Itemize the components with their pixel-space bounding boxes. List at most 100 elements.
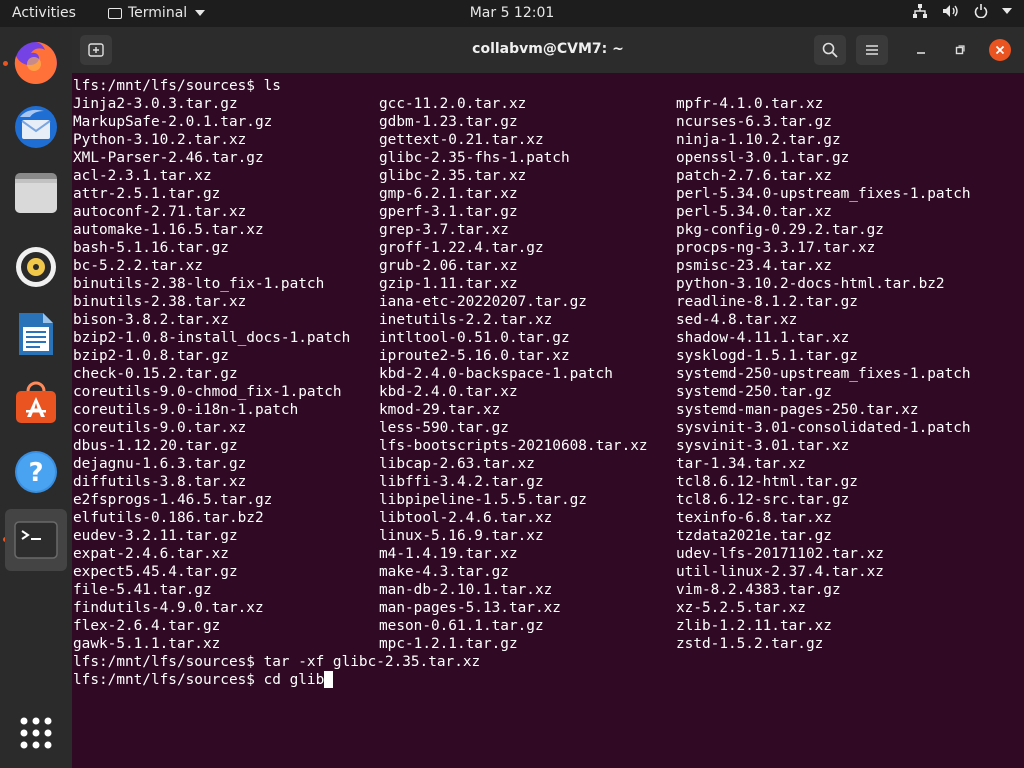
dock: ? (0, 27, 72, 768)
file-entry: systemd-250.tar.gz (676, 384, 832, 400)
file-entry: mpc-1.2.1.tar.gz (379, 636, 518, 652)
file-entry: libcap-2.63.tar.xz (379, 456, 535, 472)
file-entry: openssl-3.0.1.tar.gz (676, 150, 850, 166)
files-icon (15, 173, 57, 213)
file-entry: libpipeline-1.5.5.tar.gz (379, 492, 587, 508)
close-button[interactable] (989, 39, 1011, 61)
file-entry: libffi-3.4.2.tar.gz (379, 474, 544, 490)
command-input-line[interactable]: lfs:/mnt/lfs/sources$ cd glib (73, 671, 334, 689)
writer-launcher[interactable] (9, 307, 63, 361)
help-launcher[interactable]: ? (9, 445, 63, 499)
thunderbird-launcher[interactable] (9, 100, 63, 154)
file-entry: readline-8.1.2.tar.gz (676, 294, 858, 310)
terminal-output[interactable]: lfs:/mnt/lfs/sources$ ls Jinja2-3.0.3.ta… (73, 74, 1021, 764)
file-entry: meson-0.61.1.tar.gz (379, 618, 544, 634)
file-entry: python-3.10.2-docs-html.tar.bz2 (676, 276, 945, 292)
file-entry: coreutils-9.0-chmod_fix-1.patch (73, 384, 342, 400)
file-entry: gmp-6.2.1.tar.xz (379, 186, 518, 202)
file-entry: binutils-2.38.tar.xz (73, 294, 247, 310)
file-entry: patch-2.7.6.tar.xz (676, 168, 832, 184)
text-cursor (324, 671, 334, 688)
file-entry: bc-5.2.2.tar.xz (73, 258, 203, 274)
software-center-icon (16, 381, 56, 423)
file-entry: make-4.3.tar.gz (379, 564, 509, 580)
file-entry: udev-lfs-20171102.tar.xz (676, 546, 884, 562)
activities-button[interactable]: Activities (12, 5, 76, 21)
show-applications-button[interactable] (9, 706, 63, 760)
app-menu[interactable]: Terminal (108, 5, 206, 21)
file-entry: groff-1.22.4.tar.gz (379, 240, 544, 256)
file-entry: psmisc-23.4.tar.xz (676, 258, 832, 274)
close-icon (995, 45, 1005, 55)
writer-icon (19, 313, 53, 355)
file-entry: bash-5.1.16.tar.gz (73, 240, 229, 256)
file-entry: xz-5.2.5.tar.xz (676, 600, 806, 616)
software-launcher[interactable] (9, 375, 63, 429)
volume-icon (942, 4, 960, 18)
file-entry: eudev-3.2.11.tar.gz (73, 528, 238, 544)
chevron-down-icon (195, 10, 206, 16)
file-entry: procps-ng-3.3.17.tar.xz (676, 240, 876, 256)
file-entry: perl-5.34.0-upstream_fixes-1.patch (676, 186, 971, 202)
file-entry: findutils-4.9.0.tar.xz (73, 600, 264, 616)
rhythmbox-launcher[interactable] (9, 240, 63, 294)
file-entry: systemd-man-pages-250.tar.xz (676, 402, 919, 418)
firefox-launcher[interactable] (9, 36, 63, 90)
file-entry: bzip2-1.0.8.tar.gz (73, 348, 229, 364)
file-entry: file-5.41.tar.gz (73, 582, 212, 598)
system-tray[interactable] (912, 4, 1012, 18)
file-entry: Python-3.10.2.tar.xz (73, 132, 247, 148)
file-entry: sysklogd-1.5.1.tar.gz (676, 348, 858, 364)
files-launcher[interactable] (9, 166, 63, 220)
app-grid-icon (20, 717, 52, 749)
prompt-line: lfs:/mnt/lfs/sources$ ls (73, 78, 281, 94)
network-icon (912, 4, 928, 18)
file-entry: tar-1.34.tar.xz (676, 456, 806, 472)
file-entry: dejagnu-1.6.3.tar.gz (73, 456, 247, 472)
file-entry: linux-5.16.9.tar.xz (379, 528, 544, 544)
clock[interactable]: Mar 5 12:01 (470, 5, 555, 21)
file-entry: gawk-5.1.1.tar.xz (73, 636, 221, 652)
file-entry: tzdata2021e.tar.gz (676, 528, 832, 544)
minimize-button[interactable] (910, 39, 932, 61)
file-entry: bison-3.8.2.tar.xz (73, 312, 229, 328)
file-entry: tcl8.6.12-src.tar.gz (676, 492, 850, 508)
terminal-launcher[interactable] (5, 509, 67, 571)
file-entry: gdbm-1.23.tar.gz (379, 114, 518, 130)
minimize-icon (917, 52, 925, 54)
search-button[interactable] (814, 35, 846, 65)
file-entry: e2fsprogs-1.46.5.tar.gz (73, 492, 273, 508)
search-icon (822, 42, 838, 58)
file-entry: iana-etc-20220207.tar.gz (379, 294, 587, 310)
file-entry: mpfr-4.1.0.tar.xz (676, 96, 824, 112)
file-entry: sed-4.8.tar.xz (676, 312, 798, 328)
title-bar[interactable]: collabvm@CVM7: ~ (72, 27, 1024, 73)
new-tab-button[interactable] (80, 35, 112, 65)
file-entry: gcc-11.2.0.tar.xz (379, 96, 527, 112)
file-entry: coreutils-9.0-i18n-1.patch (73, 402, 299, 418)
file-entry: bzip2-1.0.8-install_docs-1.patch (73, 330, 351, 346)
menu-button[interactable] (856, 35, 888, 65)
file-entry: systemd-250-upstream_fixes-1.patch (676, 366, 971, 382)
file-entry: man-pages-5.13.tar.xz (379, 600, 561, 616)
file-entry: flex-2.6.4.tar.gz (73, 618, 221, 634)
file-entry: inetutils-2.2.tar.xz (379, 312, 553, 328)
file-entry: texinfo-6.8.tar.xz (676, 510, 832, 526)
restore-icon (955, 45, 965, 55)
power-icon (974, 4, 988, 18)
svg-text:?: ? (28, 458, 43, 488)
rhythmbox-icon (16, 247, 56, 287)
file-entry: util-linux-2.37.4.tar.xz (676, 564, 884, 580)
file-entry: binutils-2.38-lto_fix-1.patch (73, 276, 325, 292)
file-entry: expat-2.4.6.tar.xz (73, 546, 229, 562)
file-entry: grub-2.06.tar.xz (379, 258, 518, 274)
maximize-button[interactable] (949, 39, 971, 61)
file-entry: vim-8.2.4383.tar.gz (676, 582, 841, 598)
file-entry: grep-3.7.tar.xz (379, 222, 509, 238)
file-entry: sysvinit-3.01.tar.xz (676, 438, 850, 454)
file-entry: perl-5.34.0.tar.xz (676, 204, 832, 220)
new-tab-icon (88, 43, 104, 57)
prompt-line: lfs:/mnt/lfs/sources$ tar -xf glibc-2.35… (73, 654, 481, 670)
app-menu-label: Terminal (128, 5, 188, 21)
chevron-down-icon (1002, 7, 1012, 15)
